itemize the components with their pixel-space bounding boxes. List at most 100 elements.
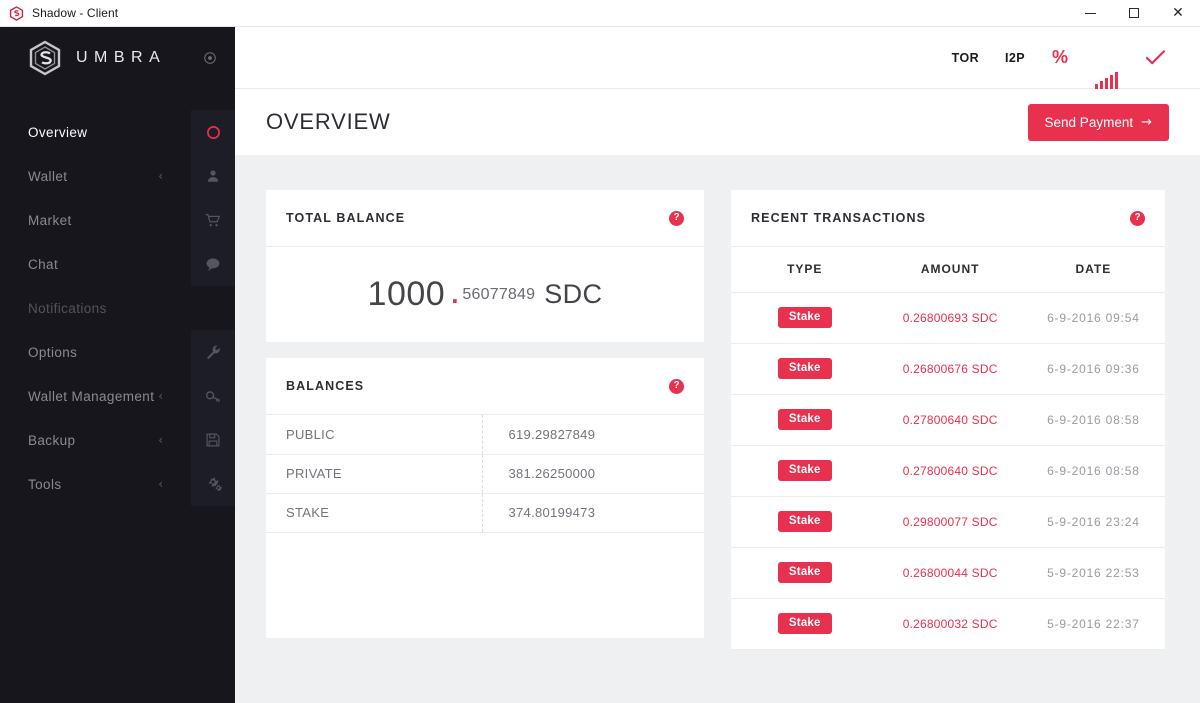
table-row[interactable]: Stake 0.26800032 SDC 5-9-2016 22:37 (731, 598, 1165, 650)
balance-currency-unit: SDC (544, 279, 603, 309)
transaction-amount: 0.26800693 SDC (878, 292, 1022, 344)
minimize-button[interactable] (1068, 0, 1112, 27)
total-balance-card: TOTAL BALANCE ? 1000 . 56077849 SDC (266, 190, 704, 342)
transactions-body: Stake 0.26800693 SDC 6-9-2016 09:54 Stak… (731, 292, 1165, 650)
transaction-date: 6-9-2016 08:58 (1021, 394, 1165, 446)
checkmark-icon[interactable] (1131, 27, 1176, 89)
status-badge: Stake (777, 511, 832, 532)
sidebar-item-chat[interactable]: Chat (0, 242, 235, 286)
status-badge: Stake (777, 307, 832, 328)
transaction-date: 5-9-2016 22:53 (1021, 547, 1165, 599)
sidebar-item-market[interactable]: Market (0, 198, 235, 242)
table-row[interactable]: Stake 0.29800077 SDC 5-9-2016 23:24 (731, 496, 1165, 548)
total-balance-header: TOTAL BALANCE ? (266, 190, 704, 247)
i2p-label: I2P (1005, 50, 1025, 65)
help-question-icon[interactable]: ? (669, 378, 684, 394)
transactions-table: TYPE AMOUNT DATE Stake 0.26800693 SDC 6-… (731, 247, 1165, 650)
close-button[interactable]: ✕ (1156, 0, 1200, 27)
table-row[interactable]: Stake 0.26800676 SDC 6-9-2016 09:36 (731, 343, 1165, 395)
sidebar-item-notifications[interactable]: Notifications (0, 286, 235, 330)
help-question-icon[interactable]: ? (1130, 210, 1145, 226)
floppy-disk-icon (191, 418, 235, 462)
content-area: TOTAL BALANCE ? 1000 . 56077849 SDC BALA… (235, 155, 1200, 666)
percent-label: % (1051, 47, 1068, 67)
circle-icon (191, 110, 235, 154)
transaction-date: 6-9-2016 09:54 (1021, 292, 1165, 344)
sidebar-item-label: Backup (28, 432, 76, 448)
transaction-type-cell: Stake (731, 598, 879, 650)
top-status-bar: TOR I2P % (235, 27, 1200, 89)
umbra-hexagon-logo (28, 40, 62, 76)
table-row: PRIVATE 381.26250000 (266, 454, 704, 493)
transaction-amount: 0.27800640 SDC (878, 445, 1022, 497)
sidebar-item-tools[interactable]: Tools ‹ (0, 462, 235, 506)
chevron-left-icon: ‹ (158, 169, 163, 183)
table-header-row: TYPE AMOUNT DATE (731, 247, 1165, 293)
brand-name: UMBRA (76, 49, 167, 66)
balances-header: BALANCES ? (266, 358, 704, 415)
balance-integer: 1000 (367, 275, 446, 313)
balance-separator: . (451, 279, 459, 309)
transaction-date: 5-9-2016 23:24 (1021, 496, 1165, 548)
tor-label: TOR (951, 50, 980, 65)
transaction-type-cell: Stake (731, 394, 879, 446)
total-balance-value: 1000 . 56077849 SDC (266, 247, 704, 342)
application-window: Shadow - Client ✕ UMBRA Overview Wallet … (0, 0, 1200, 703)
table-row[interactable]: Stake 0.27800640 SDC 6-9-2016 08:58 (731, 445, 1165, 497)
table-row: PUBLIC 619.29827849 (266, 415, 704, 454)
sidebar-item-wallet-management[interactable]: Wallet Management ‹ (0, 374, 235, 418)
balance-value: 374.80199473 (481, 493, 704, 532)
sidebar-item-options[interactable]: Options (0, 330, 235, 374)
main-area: TOR I2P % OVERVIEW Send Payment → TOTAL … (235, 27, 1200, 703)
i2p-status[interactable]: I2P (992, 27, 1038, 89)
maximize-button[interactable] (1112, 0, 1156, 27)
transaction-date: 6-9-2016 08:58 (1021, 445, 1165, 497)
transaction-type-cell: Stake (731, 343, 879, 395)
balance-label: PUBLIC (286, 426, 335, 442)
card-title: RECENT TRANSACTIONS (751, 211, 927, 225)
sidebar-item-backup[interactable]: Backup ‹ (0, 418, 235, 462)
sidebar-item-overview[interactable]: Overview (0, 110, 235, 154)
user-icon (191, 154, 235, 198)
key-icon (191, 374, 235, 418)
tor-status[interactable]: TOR (939, 27, 992, 89)
balances-table: PUBLIC 619.29827849 PRIVATE 381.26250000… (266, 415, 704, 533)
sidebar-item-label: Options (28, 344, 78, 360)
sidebar-item-label: Tools (28, 476, 62, 492)
chevron-left-icon: ‹ (158, 433, 163, 447)
right-column: RECENT TRANSACTIONS ? TYPE AMOUNT DATE S… (731, 190, 1165, 666)
sidebar-item-label: Market (28, 212, 72, 228)
status-badge: Stake (777, 460, 832, 481)
send-payment-button[interactable]: Send Payment → (1027, 103, 1169, 141)
percent-status[interactable]: % (1038, 27, 1082, 89)
sidebar-item-label: Overview (28, 124, 88, 140)
column-header-amount: AMOUNT (878, 247, 1022, 293)
help-question-icon[interactable]: ? (669, 210, 684, 226)
balances-card-filler (266, 533, 704, 638)
table-row[interactable]: Stake 0.26800044 SDC 5-9-2016 22:53 (731, 547, 1165, 599)
wrench-icon (191, 330, 235, 374)
balance-label: PRIVATE (286, 466, 342, 481)
table-row[interactable]: Stake 0.27800640 SDC 6-9-2016 08:58 (731, 394, 1165, 446)
sidebar-item-wallet[interactable]: Wallet ‹ (0, 154, 235, 198)
balance-value: 381.26250000 (481, 454, 704, 493)
maximize-icon (1129, 8, 1139, 18)
transaction-amount: 0.26800032 SDC (878, 598, 1022, 650)
recent-transactions-header: RECENT TRANSACTIONS ? (731, 190, 1165, 247)
table-row[interactable]: Stake 0.26800693 SDC 6-9-2016 09:54 (731, 292, 1165, 344)
arrow-right-icon: → (1141, 114, 1152, 130)
signal-bars-icon[interactable] (1082, 27, 1131, 89)
close-icon: ✕ (1172, 5, 1184, 21)
column-header-type: TYPE (731, 247, 879, 293)
window-title: Shadow - Client (32, 6, 119, 20)
target-gear-icon[interactable] (203, 51, 217, 65)
transaction-type-cell: Stake (731, 496, 879, 548)
status-indicators: TOR I2P % (939, 27, 1176, 89)
table-row: STAKE 374.80199473 (266, 493, 704, 532)
card-title: BALANCES (286, 379, 365, 393)
window-controls: ✕ (1068, 0, 1200, 27)
status-badge: Stake (777, 409, 832, 430)
transaction-amount: 0.27800640 SDC (878, 394, 1022, 446)
transaction-date: 6-9-2016 09:36 (1021, 343, 1165, 395)
status-badge: Stake (777, 358, 832, 379)
